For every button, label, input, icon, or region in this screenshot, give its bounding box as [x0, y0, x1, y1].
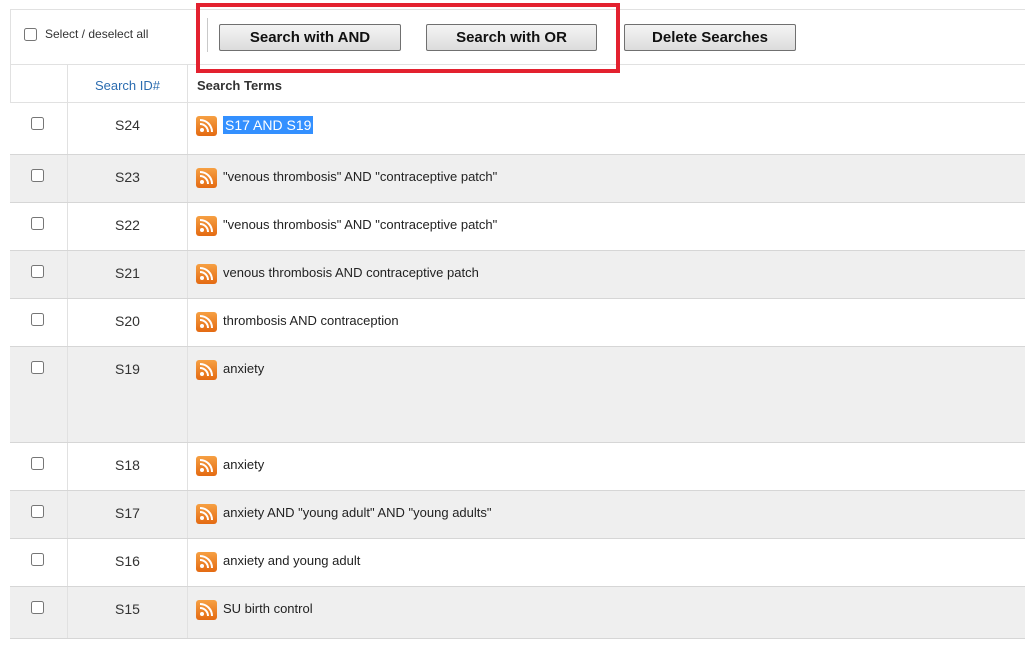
search-id: S20 [68, 299, 188, 346]
table-header: Search ID# Search Terms [10, 65, 1025, 103]
search-terms-link[interactable]: thrombosis AND contraception [223, 312, 399, 330]
row-checkbox-cell [10, 251, 68, 298]
search-terms-link[interactable]: anxiety AND "young adult" AND "young adu… [223, 504, 492, 522]
search-terms-link[interactable]: anxiety and young adult [223, 552, 360, 570]
row-checkbox[interactable] [31, 361, 44, 374]
search-id: S19 [68, 347, 188, 442]
row-checkbox[interactable] [31, 313, 44, 326]
search-id: S24 [68, 103, 188, 154]
row-checkbox[interactable] [31, 117, 44, 130]
rss-feed-icon[interactable] [196, 168, 217, 188]
search-terms-link[interactable]: SU birth control [223, 600, 313, 618]
search-terms-link[interactable]: anxiety [223, 456, 264, 474]
row-checkbox-cell [10, 491, 68, 538]
row-checkbox-cell [10, 539, 68, 586]
search-id: S21 [68, 251, 188, 298]
rss-feed-icon[interactable] [196, 600, 217, 620]
table-row: S21 venous thrombosis AND contraceptive p… [10, 251, 1025, 299]
rss-feed-icon[interactable] [196, 216, 217, 236]
row-checkbox[interactable] [31, 217, 44, 230]
table-row: S20 thrombosis AND contraception [10, 299, 1025, 347]
search-id: S18 [68, 443, 188, 490]
search-terms-cell: anxiety [196, 456, 264, 476]
rss-feed-icon[interactable] [196, 312, 217, 332]
search-with-or-button[interactable]: Search with OR [426, 24, 597, 51]
row-checkbox-cell [10, 443, 68, 490]
search-terms-link[interactable]: S17 AND S19 [223, 116, 314, 134]
header-checkbox-column [10, 65, 68, 103]
rss-feed-icon[interactable] [196, 552, 217, 572]
row-checkbox[interactable] [31, 553, 44, 566]
row-checkbox[interactable] [31, 457, 44, 470]
row-checkbox-cell [10, 203, 68, 250]
select-all-checkbox[interactable] [24, 27, 37, 41]
search-terms-cell: anxiety AND "young adult" AND "young adu… [196, 504, 492, 524]
rss-feed-icon[interactable] [196, 360, 217, 380]
row-checkbox-cell [10, 299, 68, 346]
select-all-label: Select / deselect all [45, 27, 149, 41]
search-terms-cell: anxiety and young adult [196, 552, 360, 572]
search-terms-cell: SU birth control [196, 600, 313, 620]
row-checkbox-cell [10, 587, 68, 638]
search-terms-cell: thrombosis AND contraception [196, 312, 399, 332]
header-search-id[interactable]: Search ID# [68, 65, 188, 103]
search-id: S23 [68, 155, 188, 202]
header-search-terms: Search Terms [197, 78, 283, 93]
search-id: S15 [68, 587, 188, 638]
search-id: S22 [68, 203, 188, 250]
search-terms-cell: "venous thrombosis" AND "contraceptive p… [196, 168, 497, 188]
search-terms-link[interactable]: "venous thrombosis" AND "contraceptive p… [223, 168, 497, 186]
search-id: S16 [68, 539, 188, 586]
rss-feed-icon[interactable] [196, 264, 217, 284]
search-history-table: S24 S17 AND S19 S23 "venous thrombosis" AND… [10, 103, 1025, 639]
search-with-and-button[interactable]: Search with AND [219, 24, 401, 51]
row-checkbox[interactable] [31, 169, 44, 182]
row-checkbox-cell [10, 347, 68, 442]
rss-feed-icon[interactable] [196, 456, 217, 476]
search-id: S17 [68, 491, 188, 538]
table-row: S17 anxiety AND "young adult" AND "young … [10, 491, 1025, 539]
table-row: S18 anxiety [10, 443, 1025, 491]
table-row: S24 S17 AND S19 [10, 103, 1025, 155]
table-row: S15 SU birth control [10, 587, 1025, 639]
search-terms-link[interactable]: "venous thrombosis" AND "contraceptive p… [223, 216, 497, 234]
rss-feed-icon[interactable] [196, 116, 217, 136]
table-row: S16 anxiety and young adult [10, 539, 1025, 587]
search-terms-link[interactable]: venous thrombosis AND contraceptive patc… [223, 264, 479, 282]
search-terms-link[interactable]: anxiety [223, 360, 264, 378]
search-terms-cell: venous thrombosis AND contraceptive patc… [196, 264, 479, 284]
row-checkbox-cell [10, 155, 68, 202]
search-terms-cell: S17 AND S19 [196, 116, 314, 136]
row-checkbox[interactable] [31, 265, 44, 278]
search-terms-cell: anxiety [196, 360, 264, 380]
delete-searches-button[interactable]: Delete Searches [624, 24, 796, 51]
row-checkbox[interactable] [31, 601, 44, 614]
table-row: S22 "venous thrombosis" AND "contraceptiv… [10, 203, 1025, 251]
search-terms-cell: "venous thrombosis" AND "contraceptive p… [196, 216, 497, 236]
select-all-control[interactable]: Select / deselect all [24, 27, 200, 41]
table-row: S23 "venous thrombosis" AND "contraceptiv… [10, 155, 1025, 203]
toolbar-divider [207, 18, 208, 52]
row-checkbox-cell [10, 103, 68, 154]
row-checkbox[interactable] [31, 505, 44, 518]
rss-feed-icon[interactable] [196, 504, 217, 524]
table-row: S19 anxiety [10, 347, 1025, 443]
